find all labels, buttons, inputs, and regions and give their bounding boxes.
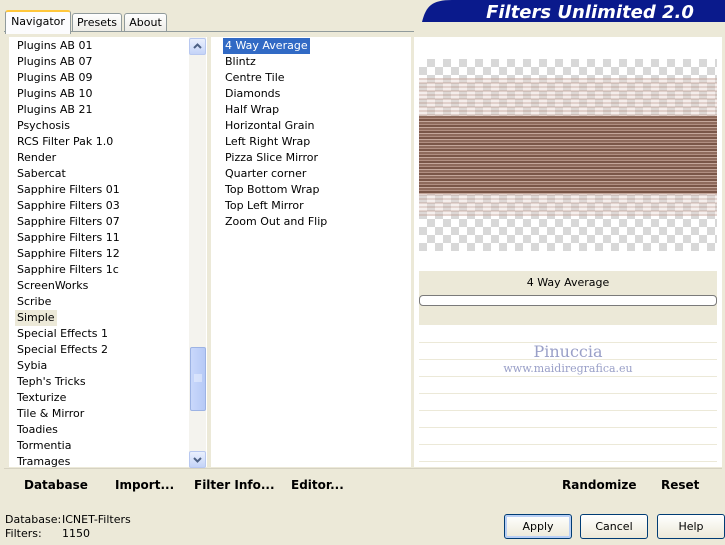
randomize-button[interactable]: Randomize: [562, 478, 636, 492]
category-item[interactable]: Plugins AB 07: [15, 54, 94, 70]
app-title: Filters Unlimited 2.0: [486, 2, 694, 23]
category-item[interactable]: Render: [15, 150, 58, 166]
filter-item[interactable]: Top Left Mirror: [223, 198, 306, 214]
filter-info-button[interactable]: Filter Info...: [194, 478, 275, 492]
scroll-down-button[interactable]: [189, 451, 206, 468]
filter-item[interactable]: Diamonds: [223, 86, 282, 102]
category-item[interactable]: Special Effects 1: [15, 326, 110, 342]
filter-item[interactable]: Quarter corner: [223, 166, 308, 182]
category-item[interactable]: Teph's Tricks: [15, 374, 88, 390]
scroll-up-button[interactable]: [189, 38, 206, 55]
control-row: [419, 326, 717, 343]
category-item[interactable]: Tramages: [15, 454, 72, 470]
tab-presets[interactable]: Presets: [72, 13, 122, 32]
category-item[interactable]: Sapphire Filters 1c: [15, 262, 121, 278]
control-row: [419, 411, 717, 428]
filter-item[interactable]: Blintz: [223, 54, 258, 70]
progress-bar: [419, 295, 717, 306]
preview-image-band: [419, 116, 717, 194]
chevron-up-icon: [193, 43, 202, 49]
category-item[interactable]: RCS Filter Pak 1.0: [15, 134, 115, 150]
database-label: Database:: [5, 513, 62, 526]
database-value: ICNET-Filters: [62, 513, 131, 526]
category-item[interactable]: Tormentia: [15, 438, 73, 454]
filter-item[interactable]: Centre Tile: [223, 70, 287, 86]
category-item[interactable]: Scribe: [15, 294, 53, 310]
filter-item[interactable]: Top Bottom Wrap: [223, 182, 322, 198]
control-row: [419, 377, 717, 394]
help-button[interactable]: Help: [657, 514, 725, 539]
category-item[interactable]: Special Effects 2: [15, 342, 110, 358]
control-row: [419, 428, 717, 445]
chevron-down-icon: [193, 457, 202, 463]
database-button[interactable]: Database: [24, 478, 88, 492]
watermark-url: www.maidiregrafica.eu: [503, 362, 633, 375]
control-row: [419, 445, 717, 462]
category-item[interactable]: Toadies: [15, 422, 60, 438]
filters-value: 1150: [62, 527, 90, 540]
control-row: [419, 394, 717, 411]
category-item[interactable]: Plugins AB 09: [15, 70, 94, 86]
editor-button[interactable]: Editor...: [291, 478, 344, 492]
preview-image-band: [419, 78, 717, 116]
category-item[interactable]: Tile & Mirror: [15, 406, 86, 422]
category-item[interactable]: Sapphire Filters 01: [15, 182, 122, 198]
category-item[interactable]: Texturize: [15, 390, 68, 406]
filter-item[interactable]: Pizza Slice Mirror: [223, 150, 320, 166]
filters-label: Filters:: [5, 527, 42, 540]
category-item[interactable]: Plugins AB 01: [15, 38, 94, 54]
tab-navigator[interactable]: Navigator: [5, 10, 71, 34]
category-item[interactable]: Sabercat: [15, 166, 68, 182]
category-item[interactable]: ScreenWorks: [15, 278, 90, 294]
category-item[interactable]: Sapphire Filters 07: [15, 214, 122, 230]
reset-button[interactable]: Reset: [661, 478, 699, 492]
scroll-thumb[interactable]: [190, 347, 206, 411]
category-item[interactable]: Sapphire Filters 12: [15, 246, 122, 262]
filter-item[interactable]: 4 Way Average: [223, 38, 310, 54]
category-scrollbar[interactable]: [189, 37, 206, 468]
grip-icon: [194, 374, 202, 382]
watermark-name: Pinuccia: [533, 342, 603, 361]
cancel-button[interactable]: Cancel: [580, 514, 648, 539]
category-item[interactable]: Sapphire Filters 03: [15, 198, 122, 214]
preview-image-band: [419, 194, 717, 216]
category-item[interactable]: Sapphire Filters 11: [15, 230, 122, 246]
category-item[interactable]: Simple: [15, 310, 57, 326]
category-item[interactable]: Plugins AB 21: [15, 102, 94, 118]
filter-item[interactable]: Zoom Out and Flip: [223, 214, 329, 230]
filter-item[interactable]: Left Right Wrap: [223, 134, 312, 150]
filter-item[interactable]: Horizontal Grain: [223, 118, 316, 134]
tab-about[interactable]: About: [124, 13, 167, 32]
import-button[interactable]: Import...: [115, 478, 174, 492]
category-item[interactable]: Plugins AB 10: [15, 86, 94, 102]
category-item[interactable]: Psychosis: [15, 118, 72, 134]
category-item[interactable]: Sybia: [15, 358, 49, 374]
apply-button[interactable]: Apply: [504, 514, 572, 539]
current-filter-name: 4 Way Average: [526, 276, 610, 289]
filter-item[interactable]: Half Wrap: [223, 102, 281, 118]
